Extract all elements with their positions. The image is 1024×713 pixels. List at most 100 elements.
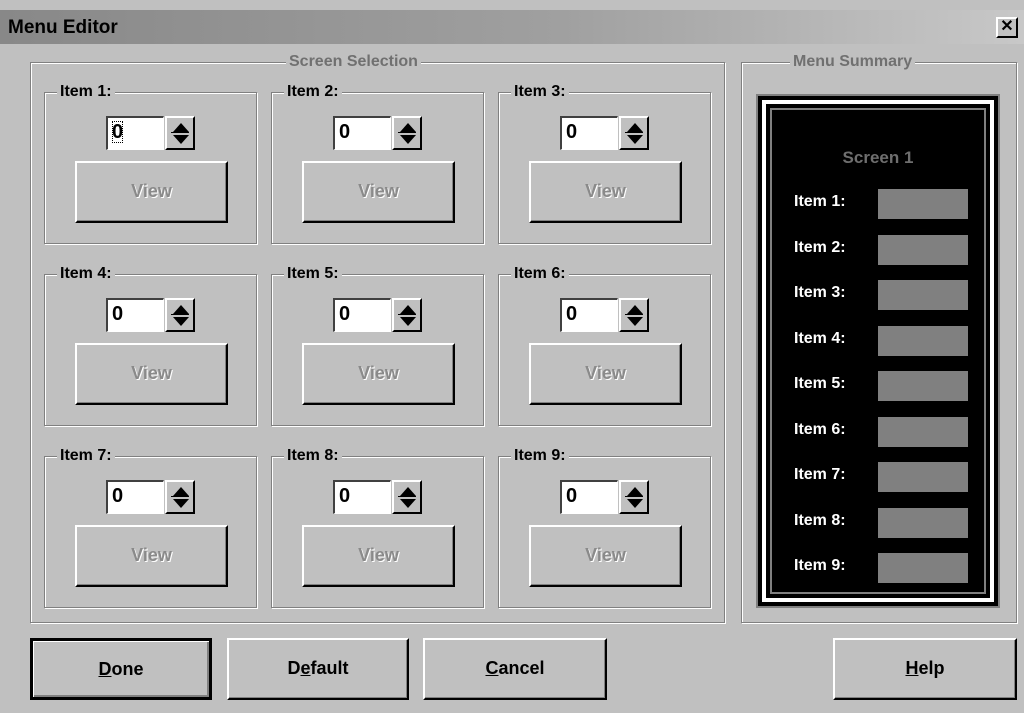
item-9-spinner[interactable]: 0 [560, 480, 649, 516]
item-7-screen-input[interactable]: 0 [106, 480, 164, 514]
item-2-spin-buttons[interactable] [392, 116, 422, 150]
item-6-screen-value: 0 [566, 303, 578, 325]
close-button[interactable]: ✕ [996, 17, 1018, 38]
summary-row-5: Item 5: [794, 371, 984, 401]
item-1-view-button[interactable]: View [75, 161, 228, 223]
item-3-view-button[interactable]: View [529, 161, 682, 223]
summary-row-9: Item 9: [794, 553, 984, 583]
item-7-spinner[interactable]: 0 [106, 480, 195, 516]
summary-item-label: Item 2: [794, 238, 846, 256]
spin-down-icon[interactable] [400, 135, 416, 144]
spin-up-icon[interactable] [173, 305, 189, 314]
item-9-screen-value: 0 [566, 485, 578, 507]
spin-up-icon[interactable] [627, 123, 643, 132]
item-5-screen-input[interactable]: 0 [333, 298, 391, 332]
item-1-spinner[interactable]: 0 [106, 116, 195, 152]
title-bar[interactable]: Menu Editor ✕ [0, 10, 1024, 44]
spin-down-icon[interactable] [400, 317, 416, 326]
close-icon: ✕ [1000, 18, 1014, 35]
default-button[interactable]: Default [227, 638, 409, 700]
item-1-group: Item 1: 0 View [44, 82, 257, 244]
item-3-screen-value: 0 [566, 121, 578, 143]
item-4-label: Item 4: [57, 264, 115, 284]
spin-up-icon[interactable] [627, 305, 643, 314]
item-5-view-button[interactable]: View [302, 343, 455, 405]
summary-row-7: Item 7: [794, 462, 984, 492]
item-2-view-button[interactable]: View [302, 161, 455, 223]
cancel-button[interactable]: Cancel [423, 638, 607, 700]
item-2-spinner[interactable]: 0 [333, 116, 422, 152]
window-title: Menu Editor [8, 17, 118, 38]
summary-item-label: Item 3: [794, 284, 846, 301]
summary-item-box [878, 325, 968, 356]
item-7-spin-buttons[interactable] [165, 480, 195, 514]
menu-editor-window: Menu Editor ✕ Screen Selection Item 1: 0 V… [0, 0, 1024, 713]
item-1-screen-input[interactable]: 0 [106, 116, 164, 150]
spin-down-icon[interactable] [173, 499, 189, 508]
spin-down-icon[interactable] [627, 499, 643, 508]
item-3-screen-input[interactable]: 0 [560, 116, 618, 150]
item-4-screen-value: 0 [112, 303, 124, 325]
item-1-spin-buttons[interactable] [165, 116, 195, 150]
item-8-screen-input[interactable]: 0 [333, 480, 391, 514]
item-8-label: Item 8: [284, 446, 342, 466]
item-4-screen-input[interactable]: 0 [106, 298, 164, 332]
spin-up-icon[interactable] [400, 487, 416, 496]
spin-up-icon[interactable] [627, 487, 643, 496]
item-4-view-button[interactable]: View [75, 343, 228, 405]
item-3-spinner[interactable]: 0 [560, 116, 649, 152]
item-5-spin-buttons[interactable] [392, 298, 422, 332]
summary-item-box [878, 234, 968, 265]
default-label-rest: fault [310, 658, 349, 678]
summary-item-label: Item 5: [794, 375, 846, 392]
item-7-group: Item 7: 0 View [44, 446, 257, 608]
summary-item-label: Item 6: [794, 420, 846, 438]
spin-up-icon[interactable] [400, 123, 416, 132]
spin-down-icon[interactable] [627, 317, 643, 326]
item-3-label: Item 3: [511, 82, 569, 102]
item-7-view-button[interactable]: View [75, 525, 228, 587]
spin-up-icon[interactable] [400, 305, 416, 314]
item-5-spinner[interactable]: 0 [333, 298, 422, 334]
item-9-label: Item 9: [511, 446, 569, 466]
item-6-spinner[interactable]: 0 [560, 298, 649, 334]
item-9-screen-input[interactable]: 0 [560, 480, 618, 514]
spin-down-icon[interactable] [627, 135, 643, 144]
item-7-screen-value: 0 [112, 485, 124, 507]
item-4-spin-buttons[interactable] [165, 298, 195, 332]
item-8-group: Item 8: 0 View [271, 446, 484, 608]
spin-divider [625, 496, 643, 497]
item-8-spin-buttons[interactable] [392, 480, 422, 514]
item-9-view-button[interactable]: View [529, 525, 682, 587]
menu-summary-label: Menu Summary [790, 52, 916, 72]
item-8-screen-value: 0 [339, 485, 351, 507]
spin-down-icon[interactable] [173, 135, 189, 144]
item-3-group: Item 3: 0 View [498, 82, 711, 244]
spin-up-icon[interactable] [173, 123, 189, 132]
spin-down-icon[interactable] [400, 499, 416, 508]
item-8-spinner[interactable]: 0 [333, 480, 422, 516]
item-4-spinner[interactable]: 0 [106, 298, 195, 334]
item-6-screen-input[interactable]: 0 [560, 298, 618, 332]
spin-divider [171, 314, 189, 315]
summary-item-box [878, 553, 968, 583]
item-5-label: Item 5: [284, 264, 342, 284]
item-3-spin-buttons[interactable] [619, 116, 649, 150]
item-9-spin-buttons[interactable] [619, 480, 649, 514]
item-6-spin-buttons[interactable] [619, 298, 649, 332]
spin-divider [625, 314, 643, 315]
spin-divider [171, 132, 189, 133]
spin-down-icon[interactable] [173, 317, 189, 326]
spin-divider [398, 496, 416, 497]
item-2-screen-input[interactable]: 0 [333, 116, 391, 150]
summary-frame: Screen 1 Item 1: Item 2: Item 3: Item 4: Ite… [762, 100, 994, 602]
spin-up-icon[interactable] [173, 487, 189, 496]
help-button[interactable]: Help [833, 638, 1017, 700]
spin-divider [398, 132, 416, 133]
item-8-view-button[interactable]: View [302, 525, 455, 587]
item-6-view-button[interactable]: View [529, 343, 682, 405]
cancel-label-rest: ancel [498, 658, 545, 678]
done-button[interactable]: Done [30, 638, 212, 700]
screen-selection-label: Screen Selection [286, 52, 421, 72]
summary-row-6: Item 6: [794, 416, 984, 447]
